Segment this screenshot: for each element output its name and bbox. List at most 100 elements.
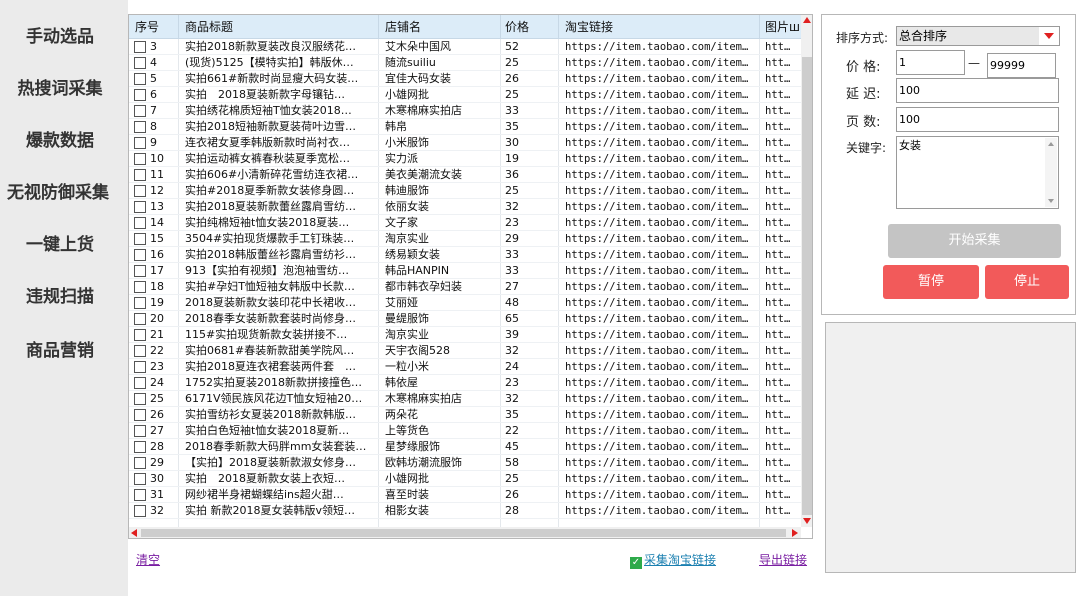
row-checkbox[interactable]	[134, 121, 146, 133]
nav-hot-keyword-collect[interactable]: 热搜词采集	[0, 74, 120, 99]
scroll-up-arrow-icon[interactable]	[803, 17, 811, 23]
table-row[interactable]: 12 实拍#2018夏季新款女装修身圆… 韩迪服饰 25 https://item.ta…	[129, 183, 801, 199]
keyword-scrollbar[interactable]	[1045, 138, 1057, 207]
table-row[interactable]: 16 实拍2018韩版蕾丝衫露肩雪纺衫… 绣易颖女装 33 https://item.t…	[129, 247, 801, 263]
row-checkbox[interactable]	[134, 441, 146, 453]
pause-button[interactable]: 暂停	[883, 265, 979, 299]
row-checkbox[interactable]	[134, 57, 146, 69]
row-checkbox[interactable]	[134, 265, 146, 277]
table-row[interactable]: 9 连衣裙女夏季韩版新款时尚衬衣… 小米服饰 30 https://item.taoba…	[129, 135, 801, 151]
table-row[interactable]: 3 实拍2018新款夏装改良汉服绣花… 艾木朵中国风 52 https://item.t…	[129, 39, 801, 55]
nav-bestseller-data[interactable]: 爆款数据	[0, 126, 120, 151]
column-header-image[interactable]: 图片ш	[765, 15, 801, 39]
nav-one-click-upload[interactable]: 一键上货	[0, 230, 120, 255]
start-collect-button[interactable]: 开始采集	[888, 224, 1061, 258]
nav-product-marketing[interactable]: 商品营销	[0, 336, 120, 361]
table-row[interactable]: 13 实拍2018夏装新款蕾丝露肩雪纺… 依丽女装 32 https://item.ta…	[129, 199, 801, 215]
row-checkbox[interactable]	[134, 313, 146, 325]
table-row[interactable]: 15 3504#实拍现货爆款手工钉珠装… 淘京实业 29 https://item.ta…	[129, 231, 801, 247]
table-row[interactable]: 21 115#实拍现货新款女装拼接不… 淘京实业 39 https://item.tao…	[129, 327, 801, 343]
row-checkbox[interactable]	[134, 105, 146, 117]
table-row[interactable]: 17 913【实拍有视频】泡泡袖雪纺… 韩品HANPIN 33 https://item…	[129, 263, 801, 279]
row-checkbox[interactable]	[134, 41, 146, 53]
row-checkbox[interactable]	[134, 329, 146, 341]
row-checkbox[interactable]	[134, 345, 146, 357]
sort-select[interactable]: 总合排序	[896, 26, 1060, 46]
table-row[interactable]: 7 实拍绣花棉质短袖T恤女装2018… 木寒棉麻实拍店 33 https://item.…	[129, 103, 801, 119]
table-row[interactable]: 20 2018春季女装新款套装时尚修身… 曼缇服饰 65 https://item.ta…	[129, 311, 801, 327]
nav-bypass-defense-collect[interactable]: 无视防御采集	[0, 178, 116, 203]
chevron-down-icon[interactable]	[1039, 27, 1059, 45]
cell-img: htt…	[765, 121, 791, 133]
row-checkbox[interactable]	[134, 201, 146, 213]
scroll-left-arrow-icon[interactable]	[131, 529, 137, 537]
clear-link[interactable]: 清空	[136, 551, 160, 568]
scroll-down-arrow-icon[interactable]	[803, 518, 811, 524]
row-checkbox[interactable]	[134, 377, 146, 389]
cell-title: 实拍运动裤女裤春秋装夏季宽松…	[185, 152, 350, 165]
column-header-shop[interactable]: 店铺名	[385, 15, 503, 39]
nav-violation-scan[interactable]: 违规扫描	[0, 282, 120, 307]
table-row[interactable]: 28 2018春季新款大码胖mm女装套装… 星梦缘服饰 45 https://item.…	[129, 439, 801, 455]
price-max-input[interactable]: 99999	[987, 53, 1056, 78]
row-checkbox[interactable]	[134, 249, 146, 261]
table-row[interactable]: 23 实拍2018夏连衣裙套装两件套 … 一粒小米 24 https://item.ta…	[129, 359, 801, 375]
row-checkbox[interactable]	[134, 409, 146, 421]
cell-link: https://item.taobao.com/item…	[565, 265, 749, 277]
table-row[interactable]: 31 网纱裙半身裙蝴蝶结ins超火甜… 喜至时装 26 https://item.tao…	[129, 487, 801, 503]
table-row[interactable]: 6 实拍 2018夏装新款字母镶钻… 小雄网批 25 https://item.taob…	[129, 87, 801, 103]
row-checkbox[interactable]	[134, 425, 146, 437]
column-header-price[interactable]: 价格	[505, 15, 557, 39]
table-row[interactable]: 29 【实拍】2018夏装新款淑女修身… 欧韩坊潮流服饰 58 https://item…	[129, 455, 801, 471]
horizontal-scrollbar[interactable]	[129, 527, 801, 538]
row-checkbox[interactable]	[134, 137, 146, 149]
row-checkbox[interactable]	[134, 153, 146, 165]
row-checkbox[interactable]	[134, 169, 146, 181]
table-row[interactable]: 14 实拍纯棉短袖t恤女装2018夏装… 文子家 23 https://item.tao…	[129, 215, 801, 231]
nav-manual-select[interactable]: 手动选品	[0, 22, 120, 47]
table-row[interactable]: 24 1752实拍夏装2018新款拼接撞色… 韩依屋 23 https://item.t…	[129, 375, 801, 391]
collect-taobao-links-checkbox[interactable]: ✓ 采集淘宝链接	[630, 551, 716, 569]
vertical-scrollbar[interactable]	[801, 15, 812, 527]
row-checkbox[interactable]	[134, 473, 146, 485]
table-row[interactable]: 19 2018夏装新款女装印花中长裙收… 艾丽娅 48 https://item.tao…	[129, 295, 801, 311]
row-checkbox[interactable]	[134, 217, 146, 229]
column-header-link[interactable]: 淘宝链接	[565, 15, 755, 39]
cell-price: 28	[505, 504, 519, 517]
row-checkbox[interactable]	[134, 73, 146, 85]
export-links-link[interactable]: 导出链接	[759, 551, 807, 568]
row-checkbox[interactable]	[134, 233, 146, 245]
scroll-right-arrow-icon[interactable]	[792, 529, 798, 537]
row-checkbox[interactable]	[134, 297, 146, 309]
table-row[interactable]: 18 实拍#孕妇T恤短袖女韩版中长款… 都市韩衣孕妇装 27 https://item.…	[129, 279, 801, 295]
vertical-scroll-thumb[interactable]	[802, 57, 812, 515]
table-row[interactable]: 32 实拍 新款2018夏女装韩版v领短… 相影女装 28 https://item.t…	[129, 503, 801, 519]
table-row[interactable]: 25 6171V领民族风花边T恤女短袖20… 木寒棉麻实拍店 32 https://it…	[129, 391, 801, 407]
row-checkbox[interactable]	[134, 457, 146, 469]
column-header-title[interactable]: 商品标题	[185, 15, 375, 39]
table-row[interactable]: 5 实拍661#新款时尚显瘦大码女装… 宜佳大码女装 26 https://item.t…	[129, 71, 801, 87]
column-header-no[interactable]: 序号	[135, 15, 175, 39]
row-checkbox[interactable]	[134, 393, 146, 405]
table-row[interactable]: 30 实拍 2018夏新款女装上衣短… 小雄网批 25 https://item.tao…	[129, 471, 801, 487]
row-checkbox[interactable]	[134, 361, 146, 373]
table-row[interactable]: 4 (现货)5125【模特实拍】韩版休… 随流suiliu 25 https://ite…	[129, 55, 801, 71]
row-checkbox[interactable]	[134, 185, 146, 197]
delay-input[interactable]: 100	[896, 78, 1059, 103]
table-row[interactable]: 8 实拍2018短袖新款夏装荷叶边雪… 韩帛 35 https://item.taoba…	[129, 119, 801, 135]
row-checkbox[interactable]	[134, 489, 146, 501]
stop-button[interactable]: 停止	[985, 265, 1069, 299]
table-row[interactable]: 10 实拍运动裤女裤春秋装夏季宽松… 实力派 19 https://item.taoba…	[129, 151, 801, 167]
table-row[interactable]: 27 实拍白色短袖t恤女装2018夏新… 上等货色 22 https://item.ta…	[129, 423, 801, 439]
row-checkbox[interactable]	[134, 281, 146, 293]
horizontal-scroll-thumb[interactable]	[141, 529, 786, 537]
table-row[interactable]: 11 实拍606#小清新碎花雪纺连衣裙… 美衣美潮流女装 36 https://item…	[129, 167, 801, 183]
product-table[interactable]: 序号 商品标题 店铺名 价格 淘宝链接 图片ш 3 实拍2018新款夏装改良汉服绣…	[128, 14, 813, 539]
pages-input[interactable]: 100	[896, 107, 1059, 132]
price-min-input[interactable]: 1	[896, 50, 965, 75]
table-row[interactable]: 26 实拍雪纺衫女夏装2018新款韩版… 两朵花 35 https://item.tao…	[129, 407, 801, 423]
table-row[interactable]: 22 实拍0681#春装新款甜美学院风… 天宇衣阁528 32 https://item…	[129, 343, 801, 359]
row-checkbox[interactable]	[134, 89, 146, 101]
row-checkbox[interactable]	[134, 505, 146, 517]
keyword-textarea[interactable]: 女装	[896, 136, 1059, 209]
